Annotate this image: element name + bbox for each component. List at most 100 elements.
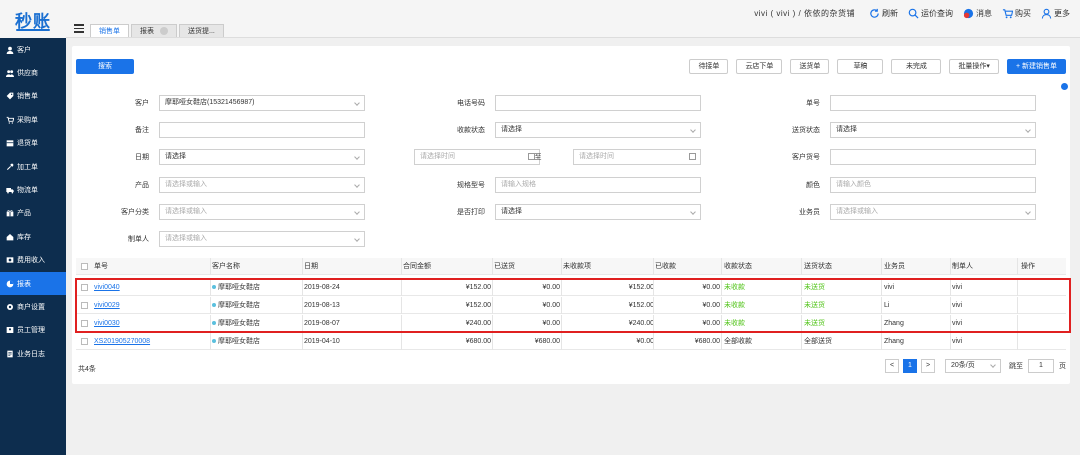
tab-sales-order[interactable]: 销售单 (90, 24, 129, 37)
sidebar-item-label: 业务日志 (17, 350, 45, 358)
color-input[interactable]: 请输入颜色 (830, 177, 1036, 193)
column-divider (653, 258, 654, 275)
product-select[interactable]: 请选择或输入 (159, 177, 365, 193)
cell-unpaid: ¥0.00 (636, 338, 654, 345)
delivery-status-select[interactable]: 请选择 (830, 122, 1036, 138)
column-header[interactable]: 单号 (94, 258, 204, 275)
menu-toggle-icon[interactable] (74, 24, 84, 33)
customer-category-select[interactable]: 请选择或输入 (159, 204, 365, 220)
sidebar-item[interactable]: 商户设置 (0, 295, 66, 318)
printed-select[interactable]: 请选择 (495, 204, 701, 220)
cell-date: 2019-04-10 (304, 338, 340, 345)
column-divider (561, 333, 562, 350)
goto-page-input[interactable]: 1 (1028, 359, 1054, 373)
customer-select[interactable]: 摩耶哑女鞋店(15321456987) (159, 95, 365, 111)
calendar-icon[interactable] (689, 153, 696, 160)
column-header[interactable]: 已收款 (655, 258, 720, 275)
column-header[interactable]: 送货状态 (804, 258, 880, 275)
page-size-select[interactable]: 20条/页 (945, 359, 1001, 373)
order-no-input[interactable] (830, 95, 1036, 111)
tab-delivery-reminder[interactable]: 送货提... (179, 24, 224, 37)
draft-button[interactable]: 草稿 (837, 59, 884, 74)
sidebar-item[interactable]: 员工管理 (0, 319, 66, 342)
goto-label: 跳至 (1009, 363, 1023, 370)
product-label: 产品 (135, 182, 149, 189)
column-header[interactable]: 未收款项 (563, 258, 654, 275)
page-size-value: 20条/页 (951, 362, 975, 369)
refresh-icon (869, 8, 880, 19)
tab-close-icon[interactable] (160, 27, 168, 35)
chevron-down-icon (1025, 209, 1031, 215)
chevron-down-icon (354, 182, 360, 188)
sidebar-item[interactable]: 库存 (0, 225, 66, 248)
cell-delivered: ¥680.00 (534, 338, 560, 345)
order-link[interactable]: XS201905270008 (94, 338, 150, 345)
more-button[interactable]: 更多 (1041, 8, 1070, 19)
spec-input[interactable]: 请输入规格 (495, 177, 701, 193)
sidebar-item[interactable]: 采购单 (0, 108, 66, 131)
payment-status-select[interactable]: 请选择 (495, 122, 701, 138)
sidebar-item-label: 费用收入 (17, 257, 45, 265)
select-all-checkbox[interactable] (81, 263, 88, 270)
close-filter-icon[interactable] (1061, 83, 1068, 90)
column-divider (492, 258, 493, 275)
column-header[interactable]: 合同金额 (403, 258, 491, 275)
sidebar-item[interactable]: 物流单 (0, 178, 66, 201)
creator-select[interactable]: 请选择或输入 (159, 231, 365, 247)
delivery-note-button[interactable]: 送货单 (790, 59, 830, 74)
pending-orders-button[interactable]: 待接单 (689, 59, 729, 74)
unfinished-button[interactable]: 未完成 (891, 59, 942, 74)
column-header[interactable]: 客户名称 (212, 258, 300, 275)
column-header[interactable]: 操作 (1021, 258, 1061, 275)
column-header[interactable]: 已送货 (494, 258, 560, 275)
customer-value: 摩耶哑女鞋店(15321456987) (165, 99, 255, 106)
search-button[interactable]: 搜索 (76, 59, 134, 74)
salesperson-select[interactable]: 请选择或输入 (830, 204, 1036, 220)
column-header[interactable]: 制单人 (952, 258, 1018, 275)
page-1-button[interactable]: 1 (903, 359, 917, 373)
tab-report[interactable]: 报表 (131, 24, 177, 37)
column-header[interactable]: 日期 (304, 258, 399, 275)
column-header[interactable]: 业务员 (884, 258, 952, 275)
cloud-order-button[interactable]: 云店下单 (736, 59, 783, 74)
sidebar-item-label: 供应商 (17, 70, 38, 78)
sidebar-item[interactable]: 加工单 (0, 155, 66, 178)
customer-item-no-input[interactable] (830, 149, 1036, 165)
freight-query-button[interactable]: 运价查询 (908, 8, 953, 19)
table-row[interactable]: XS201905270008 摩耶哑女鞋店 2019-04-10 ¥680.00 ¥68… (76, 333, 1066, 350)
row-checkbox[interactable] (81, 338, 88, 345)
cell-customer: 摩耶哑女鞋店 (212, 333, 300, 350)
app-logo[interactable]: 秒账 (0, 0, 66, 38)
new-sales-order-button[interactable]: + 新建销售单 (1006, 59, 1066, 74)
phone-input[interactable] (495, 95, 701, 111)
cell-creator: vivi (952, 338, 963, 345)
log-icon (6, 350, 14, 358)
batch-operations-button[interactable]: 批量操作▾ (949, 59, 999, 74)
cell-amount: ¥680.00 (465, 338, 491, 345)
end-date-input[interactable]: 请选择时间 (573, 149, 701, 165)
sidebar-item[interactable]: 报表 (0, 271, 66, 296)
customer-dot-icon (212, 339, 216, 344)
filter-row: 制单人 请选择或输入 (72, 231, 1070, 247)
column-divider (721, 258, 722, 275)
column-header[interactable]: 收款状态 (724, 258, 800, 275)
sidebar-item[interactable]: 业务日志 (0, 342, 66, 365)
date-range-select[interactable]: 请选择 (159, 149, 365, 165)
sidebar-item[interactable]: 客户 (0, 38, 66, 61)
sidebar-item[interactable]: 供应商 (0, 61, 66, 84)
messages-button[interactable]: 消息 (963, 8, 992, 19)
sidebar-item-label: 产品 (17, 210, 31, 218)
sidebar-item-label: 加工单 (17, 163, 38, 171)
sidebar-item[interactable]: 费用收入 (0, 249, 66, 272)
refresh-button[interactable]: 刷新 (869, 8, 898, 19)
prev-page-button[interactable]: < (885, 359, 899, 373)
cart-button[interactable]: 购买 (1002, 8, 1031, 19)
users-icon (6, 69, 14, 78)
sidebar-item[interactable]: 产品 (0, 202, 66, 225)
spec-label: 规格型号 (457, 182, 485, 189)
sidebar-item[interactable]: 退货单 (0, 132, 66, 155)
next-page-button[interactable]: > (921, 359, 935, 373)
sidebar-item[interactable]: 销售单 (0, 85, 66, 108)
chevron-down-icon (1025, 127, 1031, 133)
remark-input[interactable] (159, 122, 365, 138)
